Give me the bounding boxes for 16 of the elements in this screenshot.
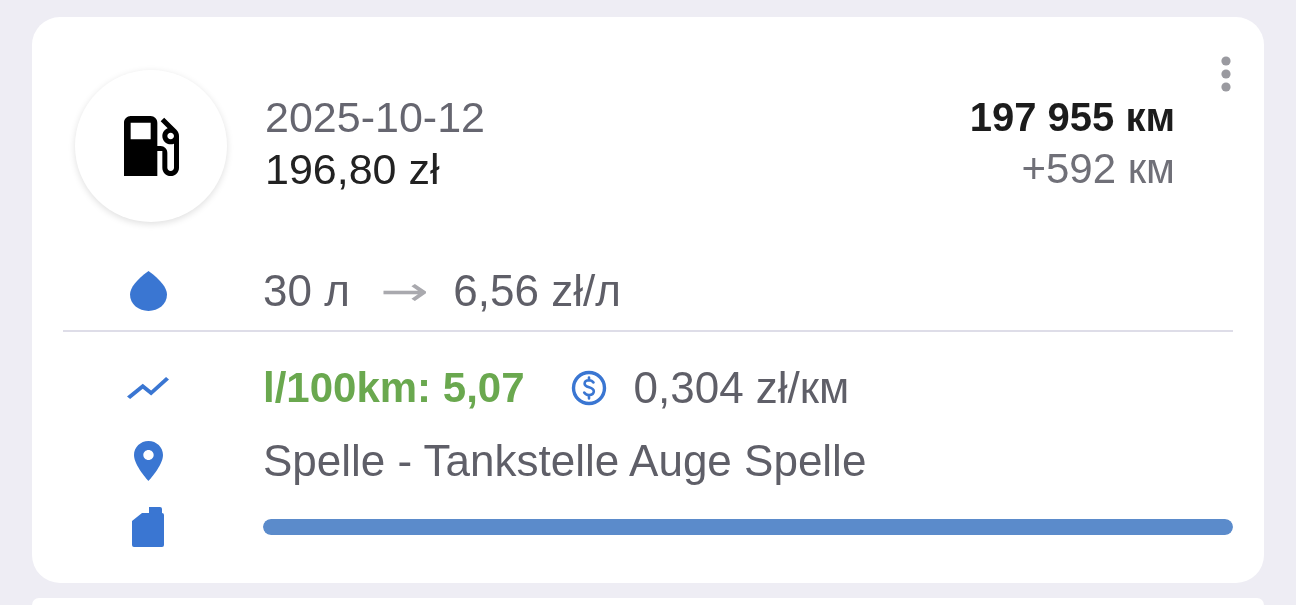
- distance-driven: +592 км: [1021, 144, 1175, 194]
- more-options-icon[interactable]: [1221, 56, 1231, 92]
- line-chart-icon: [127, 377, 169, 399]
- unit-price: 6,56 zł/л: [453, 265, 621, 317]
- dollar-coin-icon: [570, 370, 607, 406]
- odometer-reading: 197 955 км: [969, 94, 1175, 141]
- arrow-text: →: [380, 267, 429, 316]
- fuel-station-location: Spelle - Tankstelle Auge Spelle: [263, 435, 867, 487]
- cost-per-km: 0,304 zł/км: [633, 362, 850, 414]
- entry-date: 2025-10-12: [265, 92, 485, 143]
- entry-cost: 196,80 zł: [265, 144, 440, 195]
- fuel-consumption: l/100km: 5,07: [263, 363, 525, 413]
- jerry-can-icon: [132, 507, 164, 547]
- drop-icon: [129, 271, 167, 311]
- location-pin-icon: [133, 441, 163, 481]
- fuel-volume: 30 л: [263, 265, 350, 317]
